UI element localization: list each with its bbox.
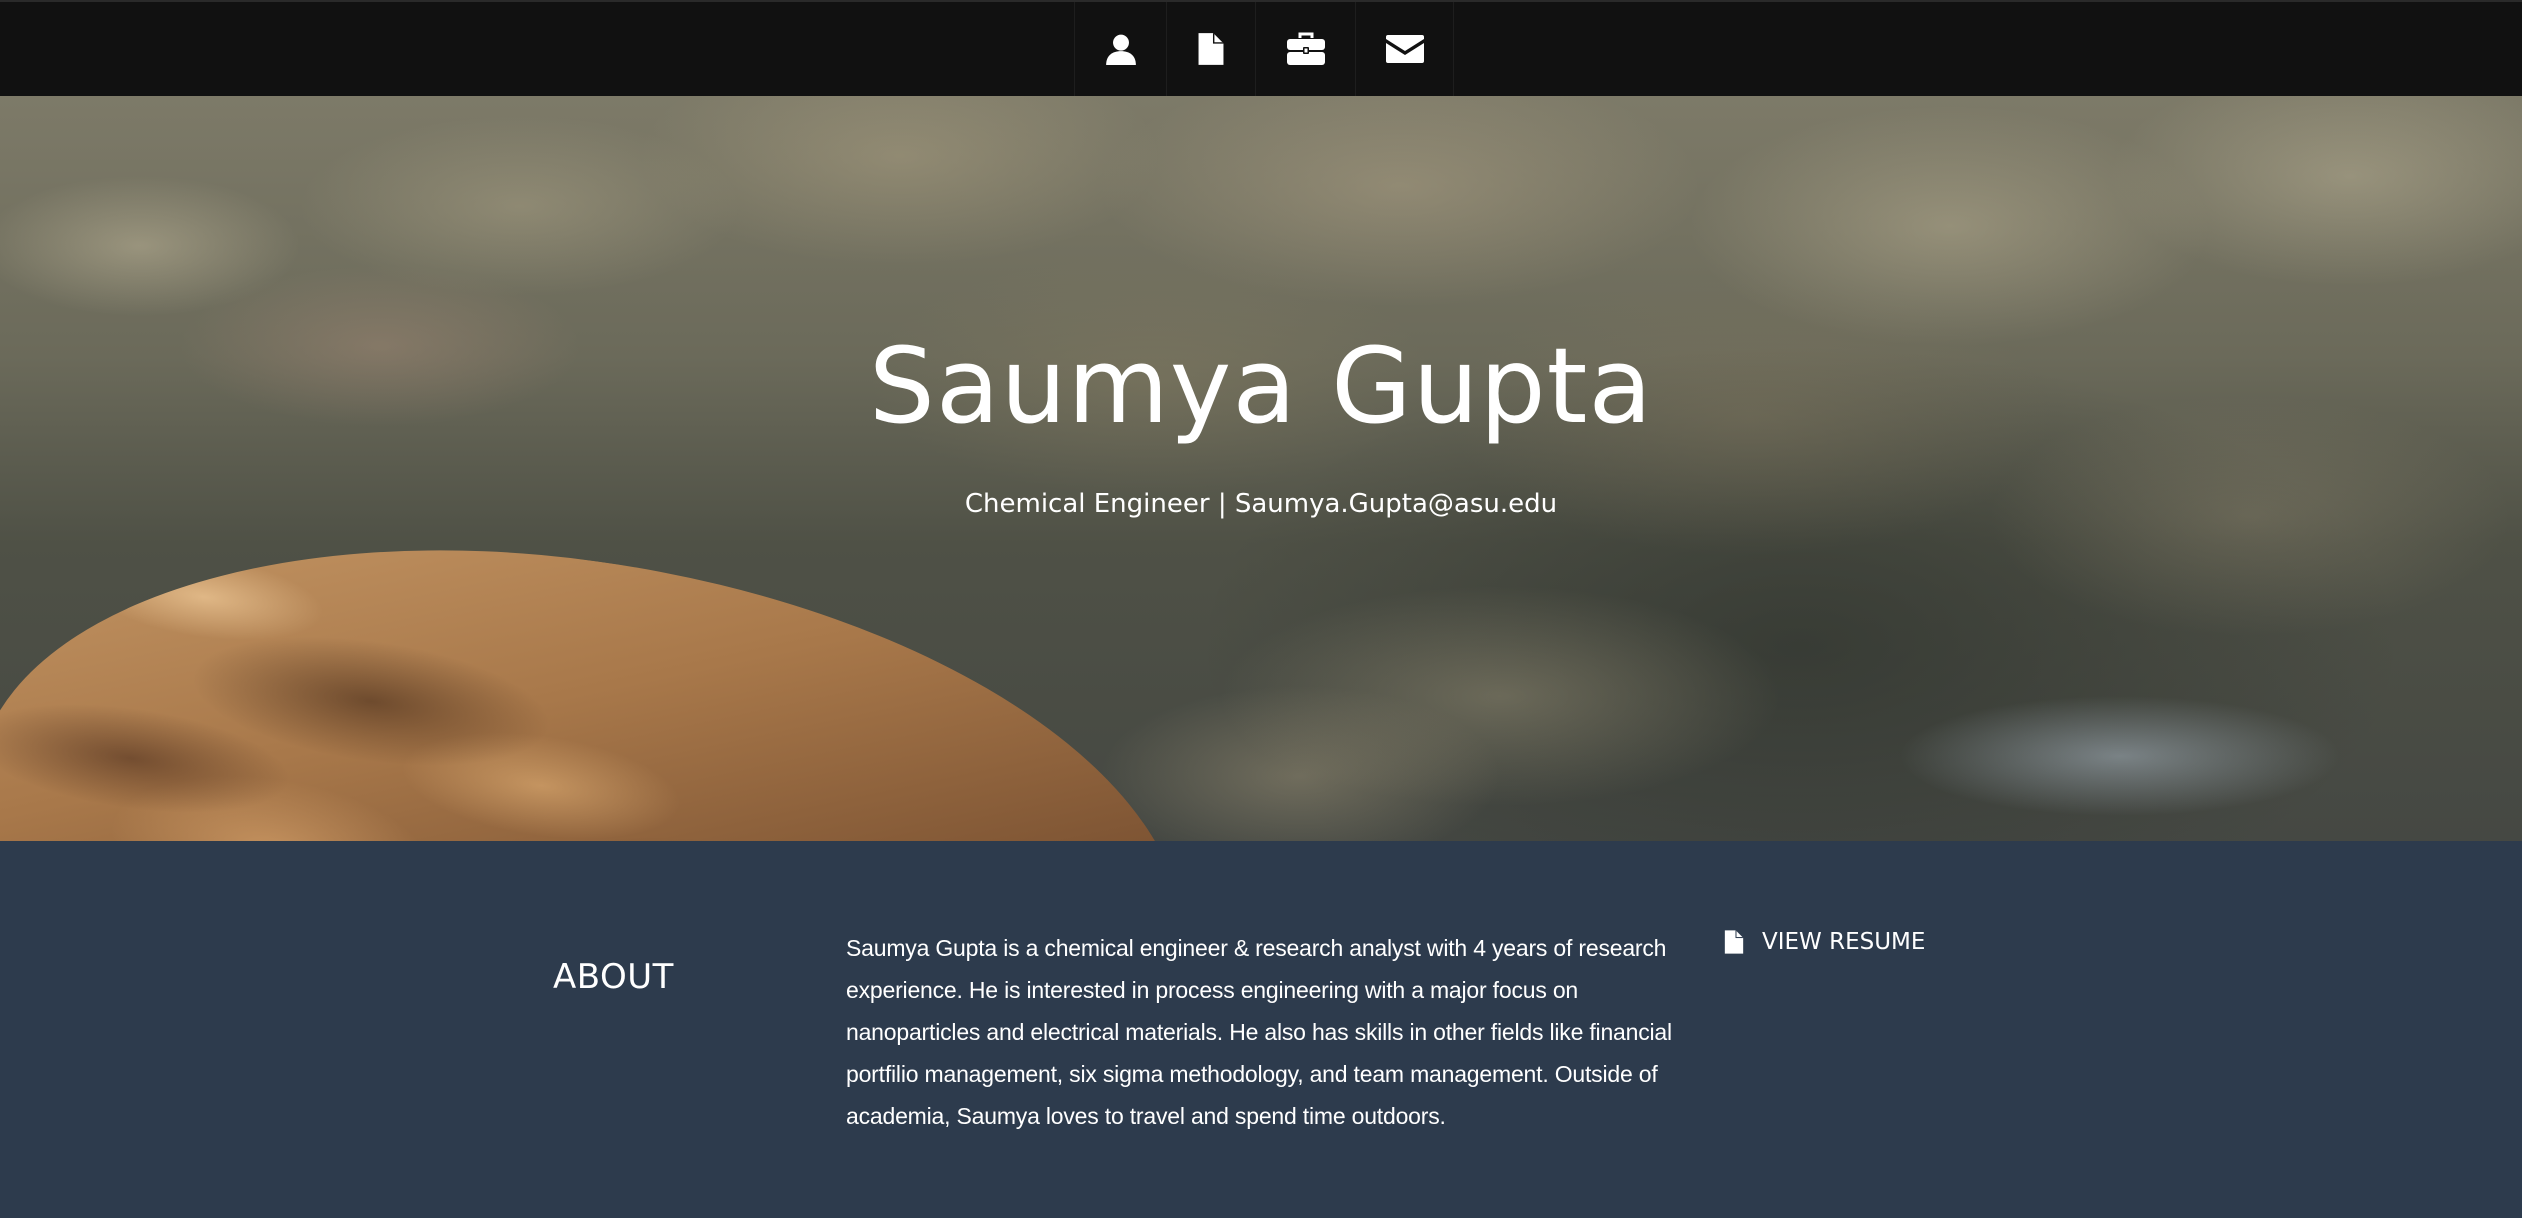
envelope-icon [1385,35,1424,63]
top-nav [0,0,2522,98]
nav-about-button[interactable] [1075,2,1167,96]
user-icon [1105,34,1136,65]
about-title: ABOUT [553,957,674,997]
hero-subtitle: Chemical Engineer | Saumya.Gupta@asu.edu [964,489,1558,519]
about-text: Saumya Gupta is a chemical engineer & re… [846,935,1672,1129]
hero-name: Saumya Gupta [868,325,1654,447]
briefcase-icon [1286,32,1325,65]
file-icon [1724,929,1744,955]
nav-resume-button[interactable] [1167,2,1256,96]
nav-portfolio-button[interactable] [1256,2,1356,96]
view-resume-label: VIEW RESUME [1762,929,1926,955]
file-icon [1198,33,1224,65]
hero-section: Saumya Gupta Chemical Engineer | Saumya.… [0,96,2522,841]
nav-contact-button[interactable] [1356,2,1454,96]
about-section: ABOUT Saumya Gupta is a chemical enginee… [0,841,2522,1218]
view-resume-link[interactable]: VIEW RESUME [1724,929,1925,955]
nav-icon-group [1074,2,1454,98]
hero-content: Saumya Gupta Chemical Engineer | Saumya.… [0,96,2522,841]
